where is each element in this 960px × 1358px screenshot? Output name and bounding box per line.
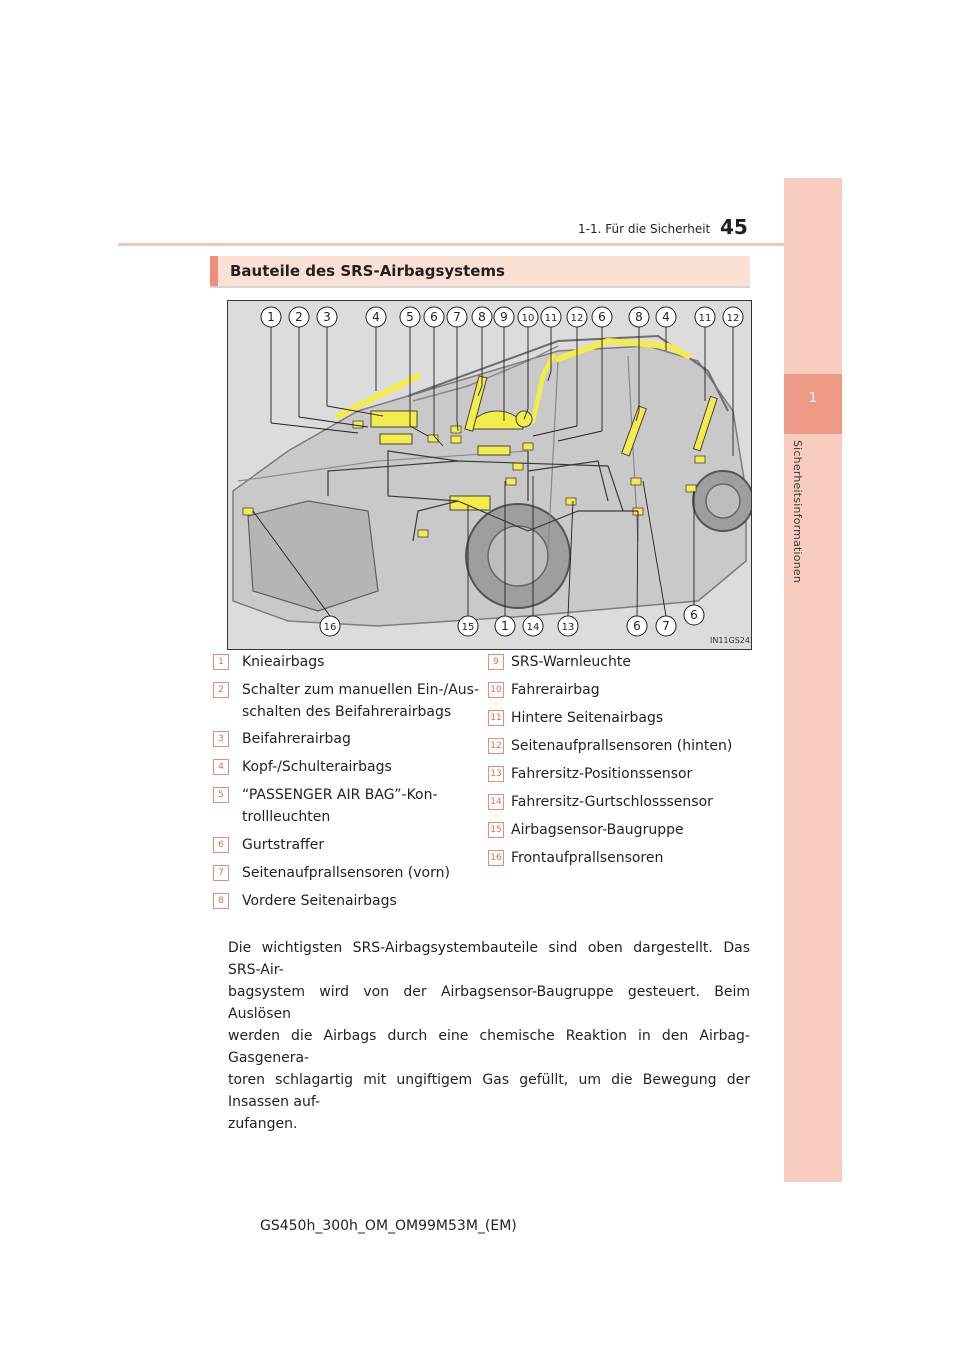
legend-number-badge: 1: [213, 654, 229, 670]
legend-item-text: Seitenaufprallsensoren (hinten): [511, 738, 733, 754]
bottom-callout-label: 6: [690, 608, 698, 622]
legend-item-text: Vordere Seitenairbags: [242, 893, 397, 909]
legend-item-text: Gurtstraffer: [242, 837, 325, 853]
sensor-module: [352, 420, 364, 429]
top-callout-label: 4: [662, 310, 670, 324]
bottom-callout-label: 16: [324, 622, 337, 633]
legend-number-badge: 12: [488, 738, 504, 754]
bottom-callout-label: 15: [462, 622, 475, 633]
legend-item-text: Fahrersitz-Positionssensor: [511, 766, 693, 782]
top-callout-label: 1: [267, 310, 275, 324]
legend-number-badge: 14: [488, 794, 504, 810]
legend-item-text: Hintere Seitenairbags: [511, 710, 664, 726]
figure-code: IN11GS242: [710, 636, 751, 645]
legend-item-text: schalten des Beifahrerairbags: [242, 704, 452, 720]
airbag-diagram-svg: 1 2 3 4 5 6 7 8 9 10 11 12 6 8 4 11 12 16 15 1 14 13 6 76 IN11…: [232, 306, 751, 645]
header-rule: [118, 243, 784, 246]
paragraph-line: Die wichtigsten SRS-Airbagsystembauteile…: [228, 940, 750, 978]
legend-number-badge: 4: [213, 759, 229, 775]
sensor-module: [522, 442, 534, 451]
bottom-callout-label: 6: [633, 619, 641, 633]
legend-item-text: “PASSENGER AIR BAG”-Kon-: [242, 787, 438, 803]
legend-number-badge: 5: [213, 787, 229, 803]
paragraph-line: zufangen.: [228, 1116, 298, 1132]
sensor-module: [450, 425, 462, 434]
sensor-module: [417, 529, 429, 538]
paragraph-line: bagsystem wird von der Airbagsensor-Baug…: [228, 984, 750, 1022]
legend-number-badge: 15: [488, 822, 504, 838]
front-wheel-hub: [487, 525, 549, 587]
top-callout-label: 12: [727, 313, 740, 324]
legend-number-badge: 8: [213, 893, 229, 909]
top-callout-label: 5: [406, 310, 414, 324]
top-callout-label: 11: [545, 313, 558, 324]
legend-number-badge: 10: [488, 682, 504, 698]
knee-airbag-driver: [477, 445, 511, 456]
legend-item-text: Beifahrerairbag: [242, 731, 351, 747]
legend-item-text: Fahrersitz-Gurtschlosssensor: [511, 794, 713, 810]
paragraph-line: toren schlagartig mit ungiftigem Gas gef…: [228, 1072, 750, 1110]
bottom-callout-label: 7: [662, 619, 670, 633]
footer-doc-code: GS450h_300h_OM_OM99M53M_(EM): [260, 1218, 517, 1234]
sensor-module: [242, 507, 254, 516]
top-callout-label: 2: [295, 310, 303, 324]
legend-number-badge: 16: [488, 850, 504, 866]
sensor-module: [512, 462, 524, 471]
legend-item-text: SRS-Warnleuchte: [511, 654, 631, 670]
top-callout-label: 12: [571, 313, 584, 324]
sensor-module: [450, 435, 462, 444]
airbag-diagram: 1 2 3 4 5 6 7 8 9 10 11 12 6 8 4 11 12 16 15 1 14 13 6 7 6 IN11…: [227, 300, 752, 650]
legend-item-text: Kopf-/Schulterairbags: [242, 759, 392, 775]
sensor-module: [694, 455, 706, 464]
top-callout-label: 7: [453, 310, 461, 324]
airbag-sensor-assembly: [449, 495, 491, 511]
section-heading-accent: [210, 256, 218, 286]
sensor-module: [505, 477, 517, 486]
car-grille: [247, 500, 379, 612]
top-callout-label: 8: [478, 310, 486, 324]
body-paragraph: Die wichtigsten SRS-Airbagsystembauteile…: [228, 937, 750, 1135]
page-number: 45: [720, 215, 748, 239]
legend-item-text: Knieairbags: [242, 654, 325, 670]
legend-number-badge: 9: [488, 654, 504, 670]
sensor-module: [565, 497, 577, 506]
bottom-callout-label: 14: [527, 622, 540, 633]
top-callout-label: 6: [598, 310, 606, 324]
section-heading: Bauteile des SRS-Airbagsystems: [230, 262, 505, 280]
rear-wheel-hub: [705, 483, 741, 519]
legend-number-badge: 7: [213, 865, 229, 881]
paragraph-line: werden die Airbags durch eine chemische …: [228, 1028, 750, 1066]
section-heading-box: Bauteile des SRS-Airbagsystems: [210, 256, 750, 288]
chapter-tab-number: 1: [808, 391, 818, 406]
legend-item-text: Fahrerairbag: [511, 682, 600, 698]
header-section-title: 1-1. Für die Sicherheit: [578, 222, 711, 236]
legend-number-badge: 13: [488, 766, 504, 782]
legend-item-text: Frontaufprallsensoren: [511, 850, 664, 866]
knee-airbag-passenger: [379, 433, 413, 445]
sensor-module: [685, 484, 697, 493]
top-callout-label: 11: [699, 313, 712, 324]
chapter-tab-label: Sicherheitsinformationen: [791, 440, 804, 584]
legend-number-badge: 2: [213, 682, 229, 698]
legend-item-text: Airbagsensor-Baugruppe: [511, 822, 684, 838]
top-callout-label: 4: [372, 310, 380, 324]
callouts-top: 1 2 3 4 5 6 7 8 9 10 11 12 6 8 4 11 12: [260, 306, 744, 328]
legend-number-badge: 11: [488, 710, 504, 726]
top-callout-label: 8: [635, 310, 643, 324]
sensor-module: [630, 477, 642, 486]
top-callout-label: 3: [323, 310, 331, 324]
top-callout-label: 10: [522, 313, 535, 324]
top-callout-label: 9: [500, 310, 508, 324]
side-band: [784, 178, 842, 1182]
top-callout-label: 6: [430, 310, 438, 324]
bottom-callout-label: 1: [501, 619, 509, 633]
legend-item-text: Seitenaufprallsensoren (vorn): [242, 865, 450, 881]
legend-item-text: Schalter zum manuellen Ein-/Aus-: [242, 682, 480, 698]
bottom-callout-label: 13: [562, 622, 575, 633]
legend-number-badge: 6: [213, 837, 229, 853]
legend-number-badge: 3: [213, 731, 229, 747]
legend-item-text: trollleuchten: [242, 809, 331, 825]
